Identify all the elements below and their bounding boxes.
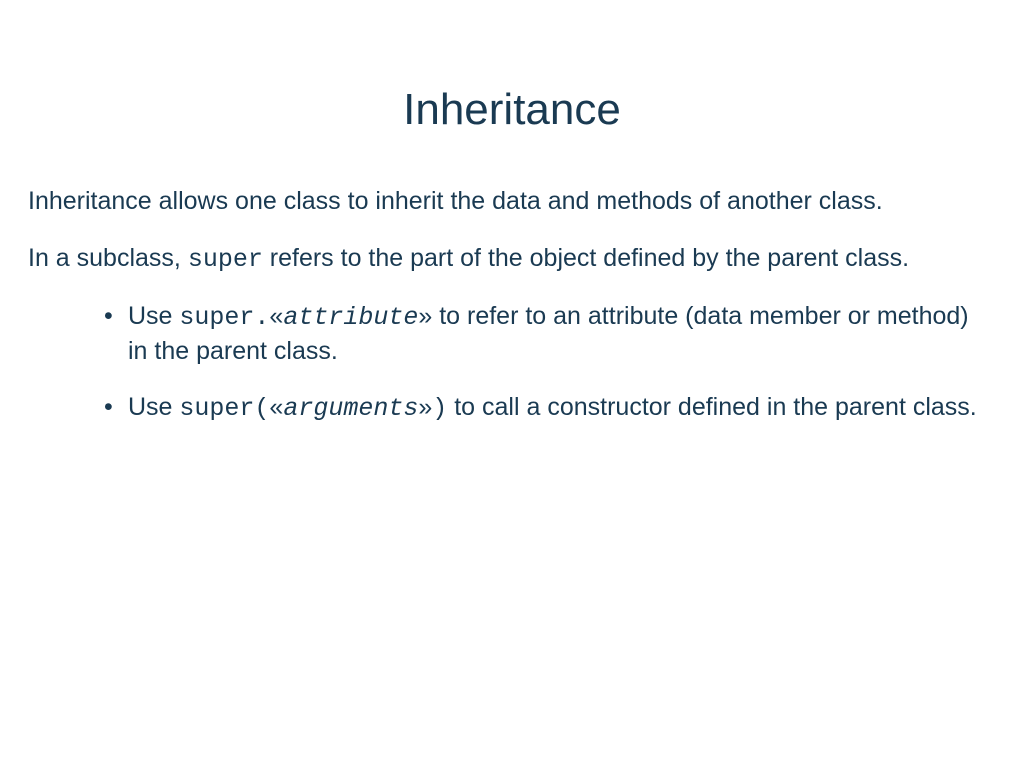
bullet1-attribute: attribute (283, 303, 418, 332)
bullet2-post: to call a constructor defined in the par… (447, 393, 976, 421)
para2-text-post: refers to the part of the object defined… (263, 244, 909, 272)
bullet-list: Use super.«attribute» to refer to an att… (28, 300, 1004, 426)
slide-inheritance: Inheritance Inheritance allows one class… (0, 0, 1024, 768)
bullet-item-1: Use super.«attribute» to refer to an att… (104, 300, 984, 367)
bullet2-guillemet-open: « (269, 393, 283, 421)
bullet-item-2: Use super(«arguments») to call a constru… (104, 391, 984, 426)
bullet1-code-super: super. (179, 303, 269, 332)
paragraph-2: In a subclass, super refers to the part … (28, 242, 1004, 277)
para2-text-pre: In a subclass, (28, 244, 188, 272)
bullet2-code-close-paren: ) (432, 394, 447, 423)
bullet2-arguments: arguments (283, 394, 418, 423)
bullet2-pre: Use (128, 393, 179, 421)
bullet2-guillemet-close: » (418, 393, 432, 421)
bullet1-guillemet-open: « (269, 302, 283, 330)
slide-title: Inheritance (0, 0, 1024, 185)
bullet1-pre: Use (128, 302, 179, 330)
bullet2-code-super-open: super( (179, 394, 269, 423)
para2-code-super: super (188, 245, 263, 274)
slide-content: Inheritance allows one class to inherit … (0, 185, 1024, 426)
paragraph-1: Inheritance allows one class to inherit … (28, 185, 1004, 218)
bullet1-guillemet-close: » (418, 302, 432, 330)
